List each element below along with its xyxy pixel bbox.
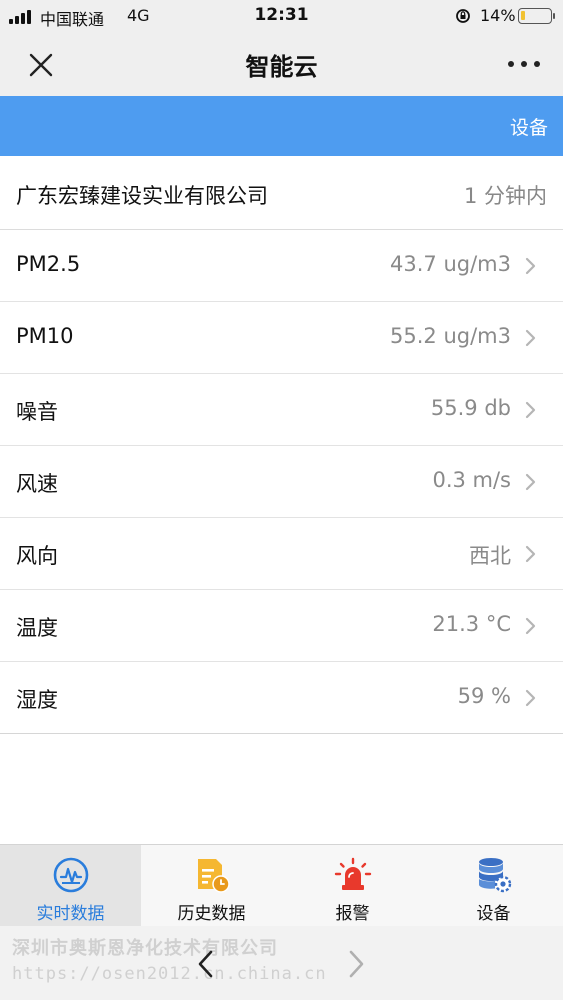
reading-row-humidity[interactable]: 湿度 59 % (0, 662, 563, 734)
reading-value: 21.3 °C (432, 612, 511, 636)
reading-label: 湿度 (16, 688, 58, 712)
alarm-siren-icon (334, 857, 371, 890)
reading-value: 0.3 m/s (432, 468, 511, 492)
reading-row-wind-speed[interactable]: 风速 0.3 m/s (0, 446, 563, 518)
header-band: 设备 (0, 96, 563, 156)
history-document-icon (197, 859, 230, 893)
reading-row-wind-direction[interactable]: 风向 西北 (0, 518, 563, 590)
page-title: 智能云 (245, 53, 318, 81)
tab-label: 实时数据 (36, 904, 105, 924)
device-link[interactable]: 设备 (510, 113, 548, 140)
reading-row-temperature[interactable]: 温度 21.3 °C (0, 590, 563, 662)
back-arrow-icon[interactable] (196, 948, 216, 980)
chevron-right-icon (525, 545, 536, 563)
reading-label: 风向 (16, 544, 58, 568)
reading-value: 西北 (469, 544, 511, 568)
reading-label: 温度 (16, 616, 58, 640)
chevron-right-icon (525, 689, 536, 707)
tab-label: 设备 (476, 904, 511, 924)
company-row: 广东宏臻建设实业有限公司 1 分钟内 (0, 156, 563, 230)
watermark-company: 深圳市奥斯恩净化技术有限公司 (12, 938, 278, 959)
forward-arrow-icon[interactable] (346, 948, 366, 980)
tab-device[interactable]: 设备 (423, 845, 563, 926)
browser-bottom-bar: 深圳市奥斯恩净化技术有限公司 https://osen2012.cn.china… (0, 926, 563, 1000)
tab-realtime-data[interactable]: 实时数据 (0, 845, 141, 926)
battery-level-fill (521, 11, 525, 20)
chevron-right-icon (525, 401, 536, 419)
chevron-right-icon (525, 473, 536, 491)
readings-list: PM2.5 43.7 ug/m3 PM10 55.2 ug/m3 噪音 55.9… (0, 230, 563, 734)
reading-value: 55.2 ug/m3 (390, 324, 511, 348)
company-name: 广东宏臻建设实业有限公司 (16, 184, 268, 208)
tab-label: 报警 (335, 904, 370, 924)
reading-label: PM2.5 (16, 252, 81, 276)
reading-row-noise[interactable]: 噪音 55.9 db (0, 374, 563, 446)
reading-value: 55.9 db (430, 396, 511, 420)
reading-label: PM10 (16, 324, 74, 348)
chevron-right-icon (525, 617, 536, 635)
reading-value: 59 % (457, 684, 511, 708)
watermark-url: https://osen2012.cn.china.cn (12, 964, 327, 984)
reading-value: 43.7 ug/m3 (390, 252, 511, 276)
more-icon[interactable] (505, 54, 543, 74)
reading-row-pm25[interactable]: PM2.5 43.7 ug/m3 (0, 230, 563, 302)
tab-bar: 实时数据 历史数据 报警 设备 (0, 844, 563, 926)
reading-row-pm10[interactable]: PM10 55.2 ug/m3 (0, 302, 563, 374)
status-bar: 中国联通 4G 12:31 14% (0, 0, 563, 32)
chevron-right-icon (525, 257, 536, 275)
battery-percent: 14% (480, 6, 516, 25)
tab-alarm[interactable]: 报警 (282, 845, 423, 926)
navigation-bar: 智能云 (0, 32, 563, 96)
status-time: 12:31 (254, 5, 309, 25)
realtime-chart-icon (53, 857, 88, 893)
tab-history-data[interactable]: 历史数据 (141, 845, 282, 926)
device-database-gear-icon (478, 858, 511, 893)
battery-icon (518, 8, 555, 24)
chevron-right-icon (525, 329, 536, 347)
reading-label: 风速 (16, 472, 58, 496)
tab-label: 历史数据 (177, 904, 246, 924)
update-time: 1 分钟内 (463, 184, 547, 208)
reading-label: 噪音 (16, 400, 58, 424)
orientation-lock-icon (456, 9, 470, 23)
